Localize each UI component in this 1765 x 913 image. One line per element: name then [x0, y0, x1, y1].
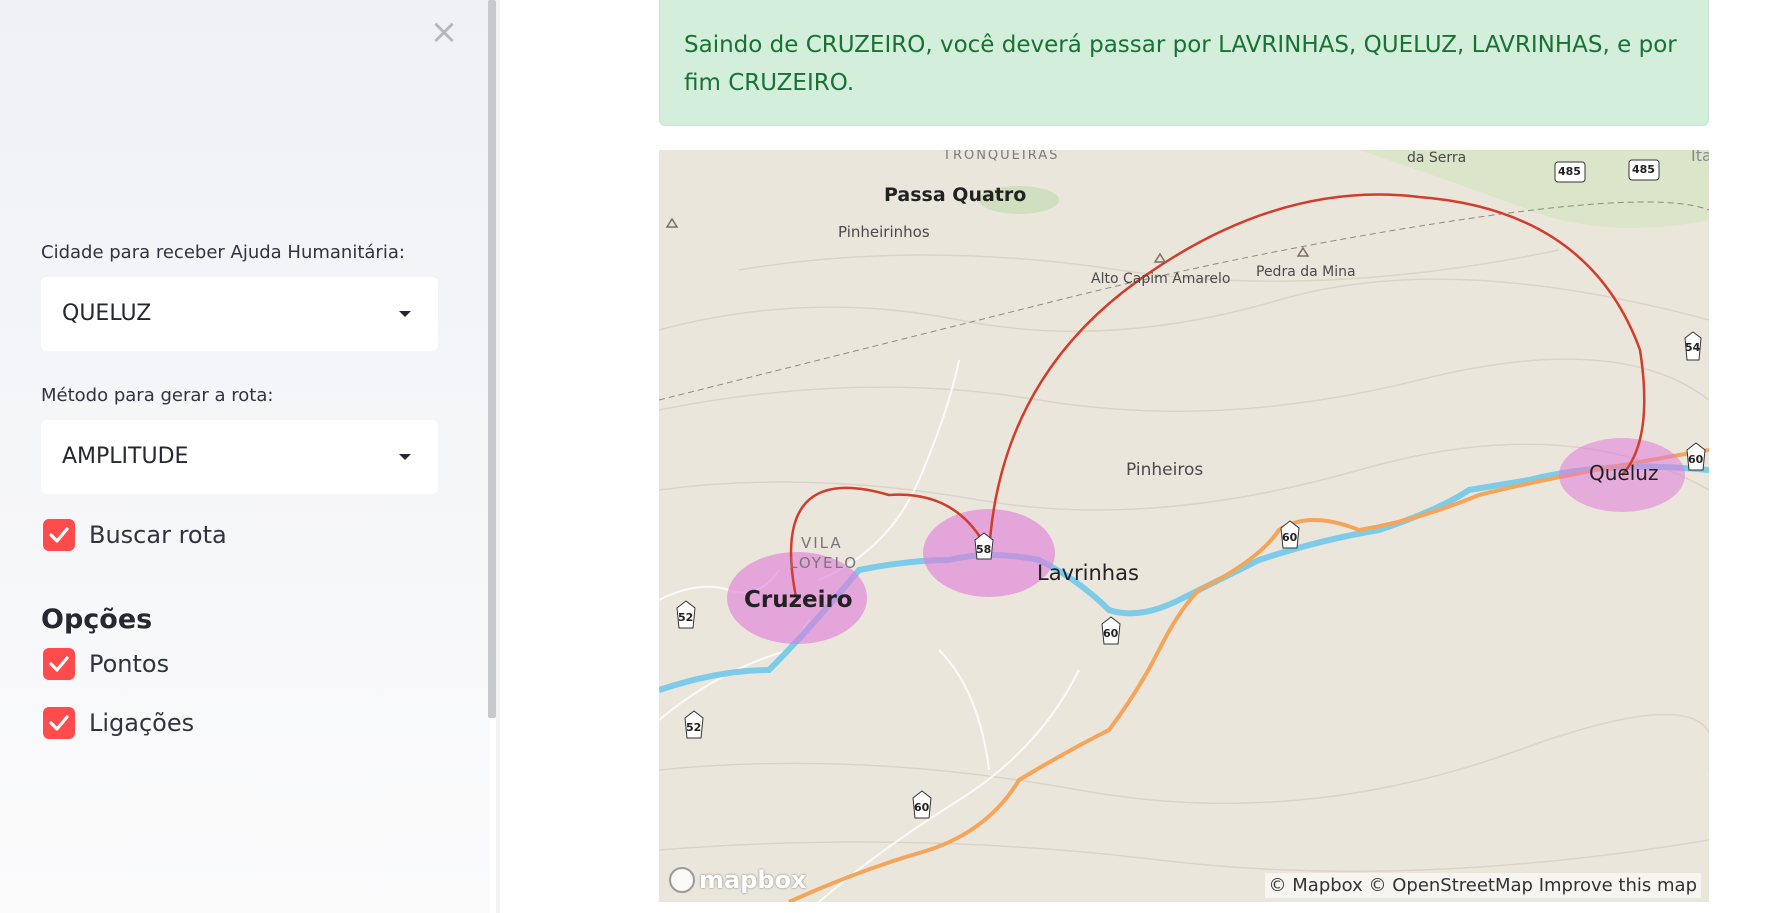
method-select-label: Método para gerar a rota:	[41, 385, 274, 406]
mapbox-logo[interactable]: mapbox	[669, 866, 807, 894]
place-label-vila: VILA	[801, 534, 843, 552]
links-checkbox[interactable]: Ligações	[43, 707, 194, 739]
place-label-loyelo: LOYELO	[789, 554, 859, 572]
sidebar-divider	[496, 0, 500, 913]
road-shield-58-label: 58	[976, 543, 992, 556]
road-shield-60-a-label: 60	[1688, 453, 1704, 466]
place-label-ita: Ita	[1691, 150, 1709, 165]
checkbox-checked-icon[interactable]	[43, 519, 75, 551]
road-shield-60-b-label: 60	[1282, 531, 1298, 544]
road-shield-60-d-label: 60	[914, 801, 930, 814]
route-map[interactable]: 485 485 54 60 60 60 60 58 52 52 TRONQUEI…	[659, 150, 1709, 902]
place-label-passa-quatro: Passa Quatro	[884, 184, 1027, 206]
road-shield-60-c-label: 60	[1103, 627, 1119, 640]
city-select[interactable]: QUELUZ	[41, 277, 438, 351]
road-shield-54-label: 54	[1685, 341, 1701, 354]
method-select[interactable]: AMPLITUDE	[41, 420, 438, 494]
sidebar: × Cidade para receber Ajuda Humanitária:…	[0, 0, 490, 913]
place-label-lavrinhas: Lavrinhas	[1037, 561, 1139, 585]
chevron-down-icon	[399, 311, 411, 317]
place-label-pedra-da-mina: Pedra da Mina	[1256, 264, 1356, 280]
mapbox-logo-text: mapbox	[699, 866, 807, 894]
route-result-text: Saindo de CRUZEIRO, você deverá passar p…	[684, 32, 1677, 96]
mapbox-logo-icon	[669, 867, 695, 893]
place-label-queluz: Queluz	[1589, 461, 1659, 485]
place-label-da-serra: da Serra	[1407, 150, 1467, 166]
close-sidebar-icon[interactable]: ×	[428, 15, 460, 49]
search-route-checkbox[interactable]: Buscar rota	[43, 519, 227, 551]
checkbox-checked-icon[interactable]	[43, 648, 75, 680]
chevron-down-icon	[399, 454, 411, 460]
city-select-value: QUELUZ	[62, 301, 152, 326]
place-label-alto-capim-amarelo: Alto Capim Amarelo	[1091, 271, 1231, 287]
city-select-label: Cidade para receber Ajuda Humanitária:	[41, 242, 405, 263]
method-select-value: AMPLITUDE	[62, 444, 189, 469]
place-label-pinheiros: Pinheiros	[1126, 460, 1204, 480]
place-label-tronqueiras: TRONQUEIRAS	[943, 150, 1060, 163]
road-shield-485-a-label: 485	[1558, 165, 1581, 178]
points-checkbox[interactable]: Pontos	[43, 648, 169, 680]
links-label: Ligações	[89, 709, 195, 737]
options-heading: Opções	[41, 604, 153, 635]
sidebar-scrollbar[interactable]	[488, 0, 496, 718]
checkbox-checked-icon[interactable]	[43, 707, 75, 739]
road-shield-485-b-label: 485	[1632, 163, 1655, 176]
place-label-pinheirinhos: Pinheirinhos	[838, 223, 930, 241]
search-route-label: Buscar rota	[89, 521, 227, 549]
place-label-cruzeiro: Cruzeiro	[744, 587, 853, 613]
map-base-layer	[659, 150, 1709, 902]
map-attribution[interactable]: © Mapbox © OpenStreetMap Improve this ma…	[1264, 873, 1701, 898]
points-label: Pontos	[89, 650, 170, 678]
road-shield-52-a-label: 52	[678, 611, 694, 624]
road-shield-52-b-label: 52	[686, 721, 702, 734]
route-result-alert: Saindo de CRUZEIRO, você deverá passar p…	[659, 0, 1709, 126]
